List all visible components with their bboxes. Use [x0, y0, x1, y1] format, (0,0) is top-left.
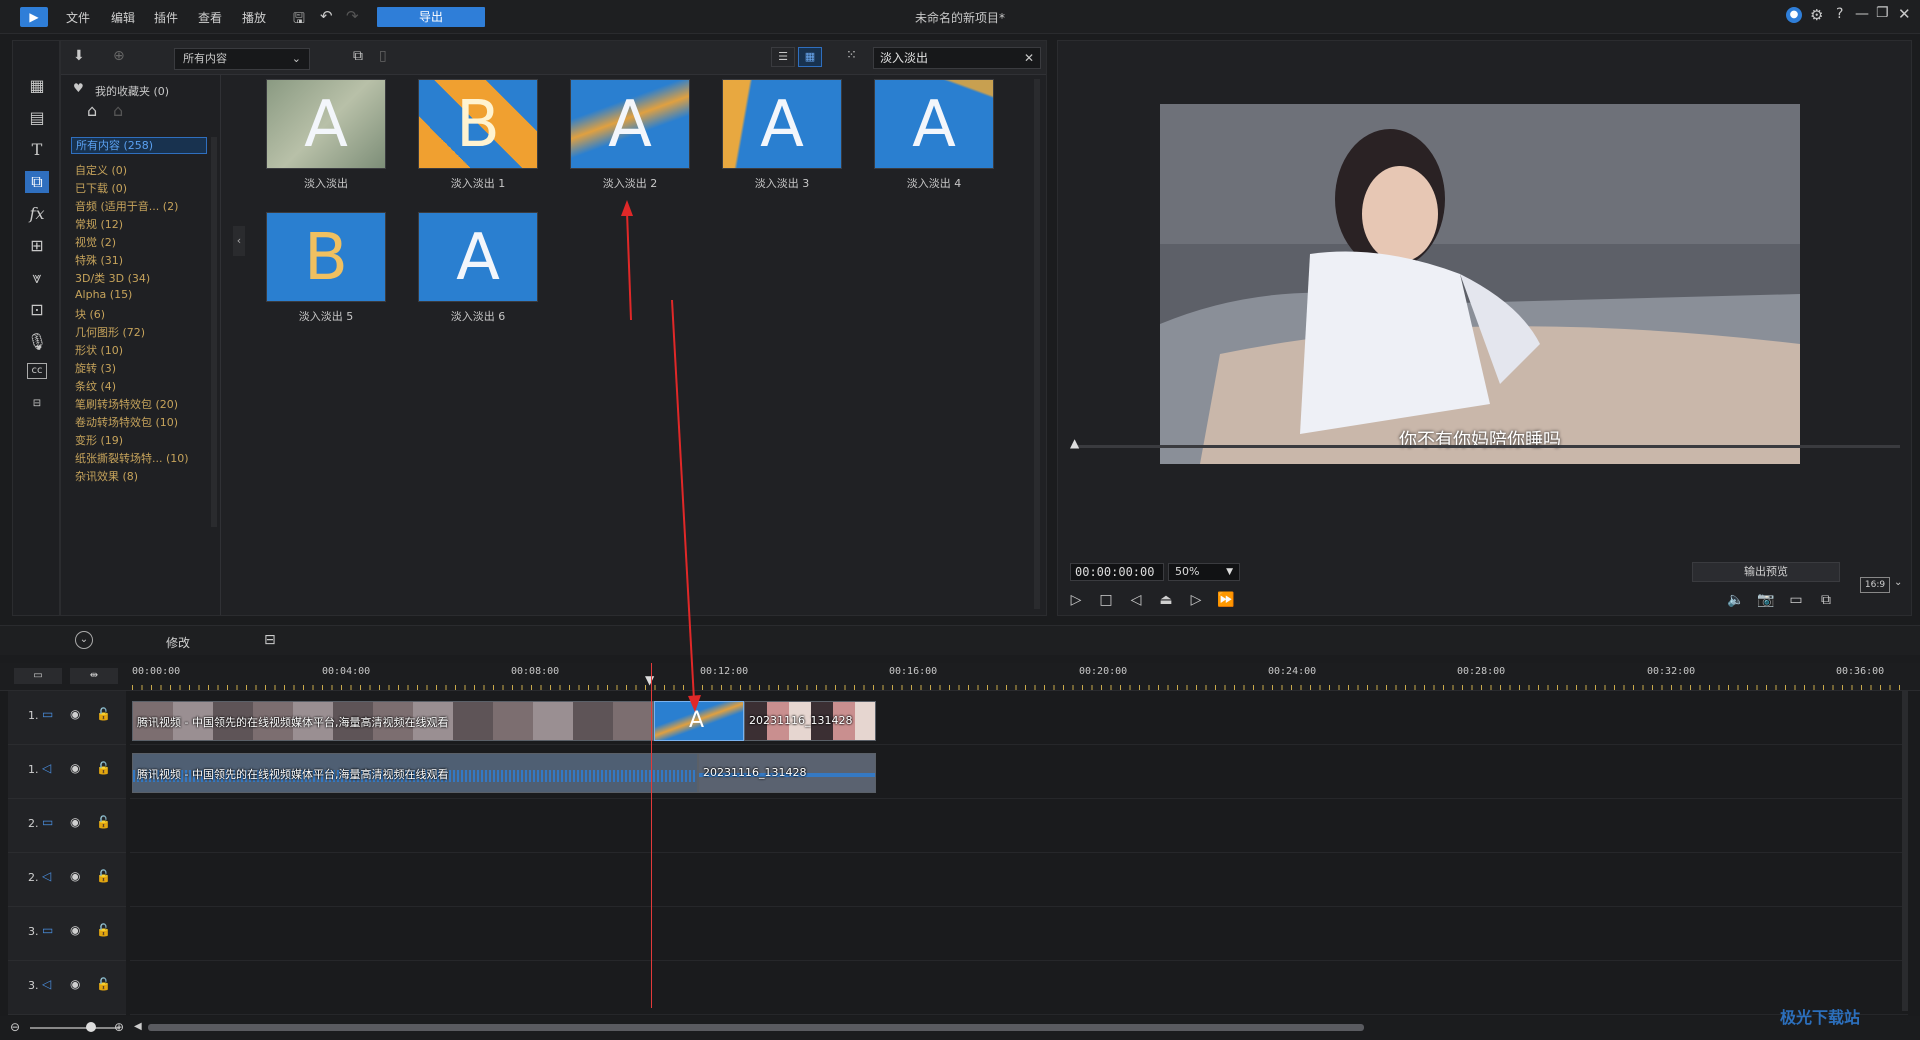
annotation-arrows [621, 200, 701, 712]
scroll-left-icon[interactable]: ◀ [134, 1021, 142, 1032]
timeline-zoom-bar: ⊖ ⊕ ◀ 极光下载站 [0, 1008, 1920, 1040]
horizontal-scrollbar-thumb[interactable] [148, 1024, 1364, 1031]
zoom-slider-thumb[interactable] [86, 1022, 96, 1032]
watermark-logo: 极光下载站 [1780, 1008, 1861, 1027]
zoom-in-icon[interactable]: ⊕ [114, 1020, 124, 1034]
zoom-out-icon[interactable]: ⊖ [10, 1020, 20, 1034]
zoom-slider[interactable] [30, 1027, 120, 1029]
